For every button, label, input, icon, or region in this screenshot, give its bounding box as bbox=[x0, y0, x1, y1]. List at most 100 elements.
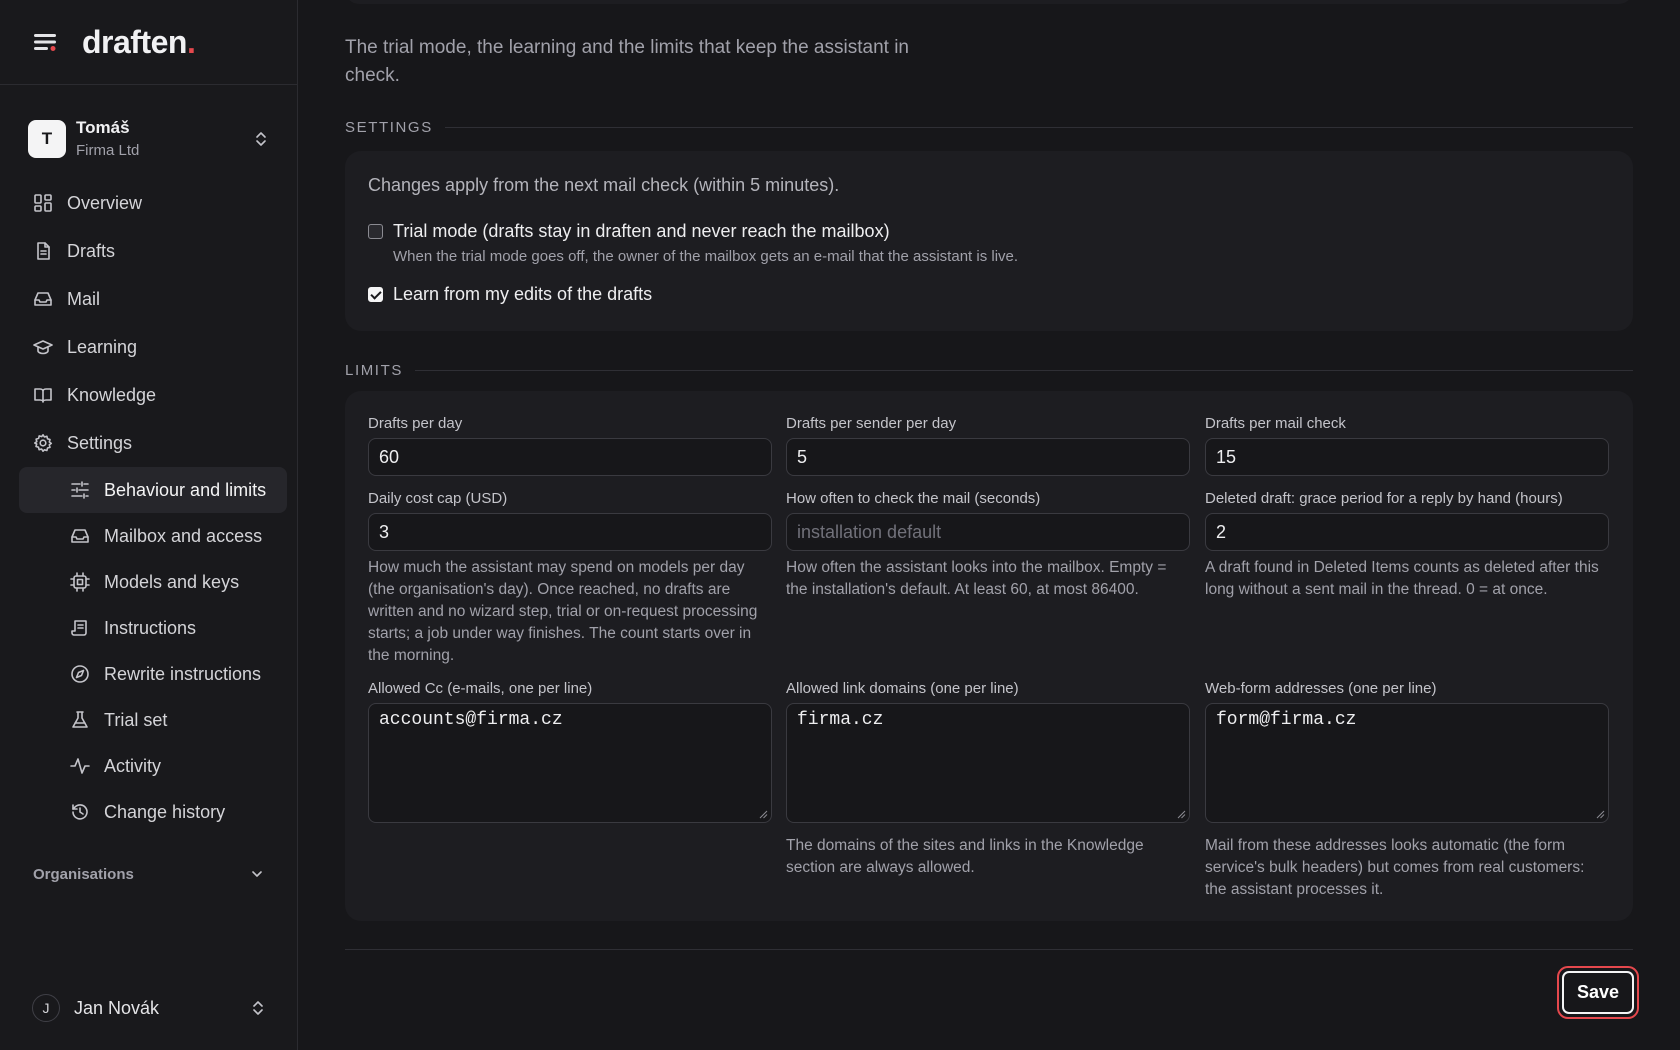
learn-checkbox[interactable] bbox=[368, 287, 383, 302]
subnav-item-instructions[interactable]: Instructions bbox=[19, 605, 287, 651]
resize-grip-icon[interactable] bbox=[759, 810, 768, 819]
flask-icon bbox=[72, 711, 88, 728]
organisations-toggle[interactable]: Organisations bbox=[0, 859, 297, 889]
check-interval-input[interactable]: installation default bbox=[786, 513, 1190, 551]
divider bbox=[444, 127, 1633, 128]
daily-cost-cap-input[interactable]: 3 bbox=[368, 513, 772, 551]
drafts-per-sender-label: Drafts per sender per day bbox=[786, 415, 957, 432]
trial-mode-label[interactable]: Trial mode (drafts stay in draften and n… bbox=[393, 221, 1018, 242]
subnav-item-rewrite-instructions[interactable]: Rewrite instructions bbox=[19, 651, 287, 697]
organisations-label: Organisations bbox=[33, 865, 134, 883]
allowed-domains-value: firma.cz bbox=[797, 710, 884, 730]
nav-item-knowledge[interactable]: Knowledge bbox=[0, 371, 297, 419]
drafts-per-check-input[interactable]: 15 bbox=[1205, 438, 1609, 476]
user-menu[interactable]: J Jan Novák bbox=[0, 988, 298, 1028]
grace-period-field: Deleted draft: grace period for a reply … bbox=[1205, 489, 1609, 601]
webform-addresses-value: form@firma.cz bbox=[1216, 710, 1357, 730]
allowed-cc-textarea[interactable]: accounts@firma.cz bbox=[368, 703, 772, 823]
daily-cost-cap-label: Daily cost cap (USD) bbox=[368, 490, 508, 507]
subnav-item-label: Activity bbox=[104, 755, 162, 776]
avatar: J bbox=[32, 994, 60, 1022]
brand-logo[interactable]: draften. bbox=[82, 24, 196, 61]
daily-cost-cap-help: How much the assistant may spend on mode… bbox=[368, 559, 758, 664]
allowed-domains-help: The domains of the sites and links in th… bbox=[786, 837, 1144, 876]
history-icon bbox=[72, 804, 88, 820]
book-icon bbox=[34, 388, 52, 403]
menu-icon[interactable] bbox=[32, 30, 60, 54]
drafts-per-sender-field: Drafts per sender per day 5 bbox=[786, 414, 1190, 476]
sliders-icon bbox=[71, 481, 89, 499]
subnav-item-label: Models and keys bbox=[104, 571, 240, 592]
subnav-item-activity[interactable]: Activity bbox=[19, 743, 287, 789]
compass-icon bbox=[71, 665, 89, 683]
chip-icon bbox=[70, 572, 90, 592]
chevron-down-icon bbox=[252, 871, 262, 877]
previous-card-edge bbox=[345, 0, 1633, 4]
user-name: Jan Novák bbox=[74, 997, 160, 1018]
save-button[interactable]: Save bbox=[1562, 971, 1634, 1014]
limits-card: Drafts per day 60 Drafts per sender per … bbox=[345, 391, 1633, 921]
webform-addresses-label: Web-form addresses (one per line) bbox=[1205, 680, 1437, 697]
nav-item-overview[interactable]: Overview bbox=[0, 179, 297, 227]
drafts-per-check-field: Drafts per mail check 15 bbox=[1205, 414, 1609, 476]
webform-addresses-textarea[interactable]: form@firma.cz bbox=[1205, 703, 1609, 823]
trial-mode-checkbox[interactable] bbox=[368, 224, 383, 239]
chevron-up-down-icon bbox=[256, 132, 266, 146]
org-switcher[interactable]: T Tomáš Firma Ltd bbox=[0, 117, 297, 161]
check-interval-help: How often the assistant looks into the m… bbox=[786, 559, 1167, 598]
org-user-name: Tomáš bbox=[76, 117, 130, 137]
allowed-cc-field: Allowed Cc (e-mails, one per line) accou… bbox=[368, 679, 772, 823]
check-interval-field: How often to check the mail (seconds) in… bbox=[786, 489, 1190, 601]
divider bbox=[414, 370, 1633, 371]
check-interval-label: How often to check the mail (seconds) bbox=[786, 490, 1041, 507]
trial-mode-hint: When the trial mode goes off, the owner … bbox=[393, 248, 1019, 265]
grace-period-help: A draft found in Deleted Items counts as… bbox=[1205, 559, 1599, 598]
subnav-item-trial-set[interactable]: Trial set bbox=[19, 697, 287, 743]
subnav-item-label: Trial set bbox=[104, 709, 168, 730]
grace-period-input[interactable]: 2 bbox=[1205, 513, 1609, 551]
nav-item-settings[interactable]: Settings bbox=[0, 419, 297, 467]
org-name: Firma Ltd bbox=[76, 141, 140, 159]
nav-item-drafts[interactable]: Drafts bbox=[0, 227, 297, 275]
main-content: The trial mode, the learning and the lim… bbox=[299, 0, 1680, 1050]
page-intro: The trial mode, the learning and the lim… bbox=[345, 37, 909, 86]
inbox-icon bbox=[71, 529, 89, 543]
subnav-item-mailbox-and-access[interactable]: Mailbox and access bbox=[19, 513, 287, 559]
subnav-item-label: Instructions bbox=[104, 617, 197, 638]
limits-section-header: LIMITS bbox=[345, 362, 1633, 379]
resize-grip-icon[interactable] bbox=[1596, 810, 1605, 819]
limits-section-title: LIMITS bbox=[345, 362, 403, 379]
gear-icon bbox=[34, 434, 53, 452]
nav-item-label: Mail bbox=[67, 288, 101, 309]
allowed-domains-textarea[interactable]: firma.cz bbox=[786, 703, 1190, 823]
inbox-icon bbox=[34, 292, 52, 306]
webform-addresses-help: Mail from these addresses looks automati… bbox=[1205, 837, 1585, 898]
allowed-cc-value: accounts@firma.cz bbox=[379, 710, 563, 730]
brand-bar: draften. bbox=[0, 0, 297, 85]
nav-item-label: Settings bbox=[67, 432, 133, 453]
nav-item-label: Drafts bbox=[67, 240, 116, 261]
learn-row: Learn from my edits of the drafts bbox=[368, 284, 652, 305]
subnav-item-label: Behaviour and limits bbox=[104, 479, 267, 500]
subnav-item-label: Mailbox and access bbox=[104, 525, 263, 546]
drafts-per-day-input[interactable]: 60 bbox=[368, 438, 772, 476]
chevron-up-down-icon bbox=[253, 1001, 263, 1015]
subnav-item-label: Rewrite instructions bbox=[104, 663, 262, 684]
save-focus-ring: Save bbox=[1557, 966, 1639, 1019]
daily-cost-cap-field: Daily cost cap (USD) 3 How much the assi… bbox=[368, 489, 772, 667]
learn-label[interactable]: Learn from my edits of the drafts bbox=[393, 284, 652, 305]
allowed-domains-field: Allowed link domains (one per line) firm… bbox=[786, 679, 1190, 879]
nav-item-mail[interactable]: Mail bbox=[0, 275, 297, 323]
nav-item-label: Learning bbox=[67, 336, 138, 357]
resize-grip-icon[interactable] bbox=[1177, 810, 1186, 819]
subnav-item-behaviour-and-limits[interactable]: Behaviour and limits bbox=[19, 467, 287, 513]
subnav-item-change-history[interactable]: Change history bbox=[19, 789, 287, 835]
drafts-per-sender-input[interactable]: 5 bbox=[786, 438, 1190, 476]
nav-item-learning[interactable]: Learning bbox=[0, 323, 297, 371]
org-avatar: T bbox=[28, 120, 66, 158]
settings-section-title: SETTINGS bbox=[345, 119, 433, 136]
subnav-item-models-and-keys[interactable]: Models and keys bbox=[19, 559, 287, 605]
main-nav: Overview Drafts Mail Learning Knowledge … bbox=[0, 179, 297, 835]
webform-addresses-field: Web-form addresses (one per line) form@f… bbox=[1205, 679, 1609, 901]
nav-item-label: Knowledge bbox=[67, 384, 157, 405]
